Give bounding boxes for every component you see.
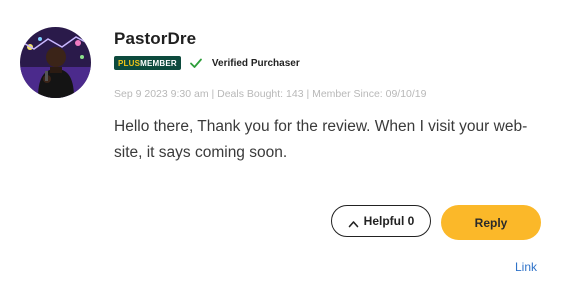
comment-body: Hello there, Thank you for the review. W… — [114, 118, 528, 161]
badge-plus-text: PLUS — [118, 58, 141, 68]
helpful-label: Helpful 0 — [363, 214, 415, 228]
plus-member-badge: PLUS MEMBER — [114, 56, 181, 70]
avatar[interactable] — [20, 27, 91, 98]
badge-member-text: MEMBER — [140, 58, 177, 68]
comment-meta: Sep 9 2023 9:30 am | Deals Bought: 143 |… — [114, 88, 427, 100]
reply-button[interactable]: Reply — [441, 205, 541, 240]
reply-label: Reply — [474, 215, 508, 230]
verified-purchaser-label: Verified Purchaser — [211, 57, 300, 69]
permalink[interactable]: Link — [515, 260, 537, 274]
avatar-image — [20, 27, 91, 98]
username[interactable]: PastorDre — [114, 29, 196, 49]
badge-row: PLUS MEMBER Verified Purchaser — [114, 55, 300, 71]
check-icon — [189, 56, 203, 70]
chevron-up-icon — [348, 217, 359, 228]
comment-card: PastorDre PLUS MEMBER Verified Purchaser … — [0, 0, 566, 300]
helpful-button[interactable]: Helpful 0 — [331, 205, 431, 237]
